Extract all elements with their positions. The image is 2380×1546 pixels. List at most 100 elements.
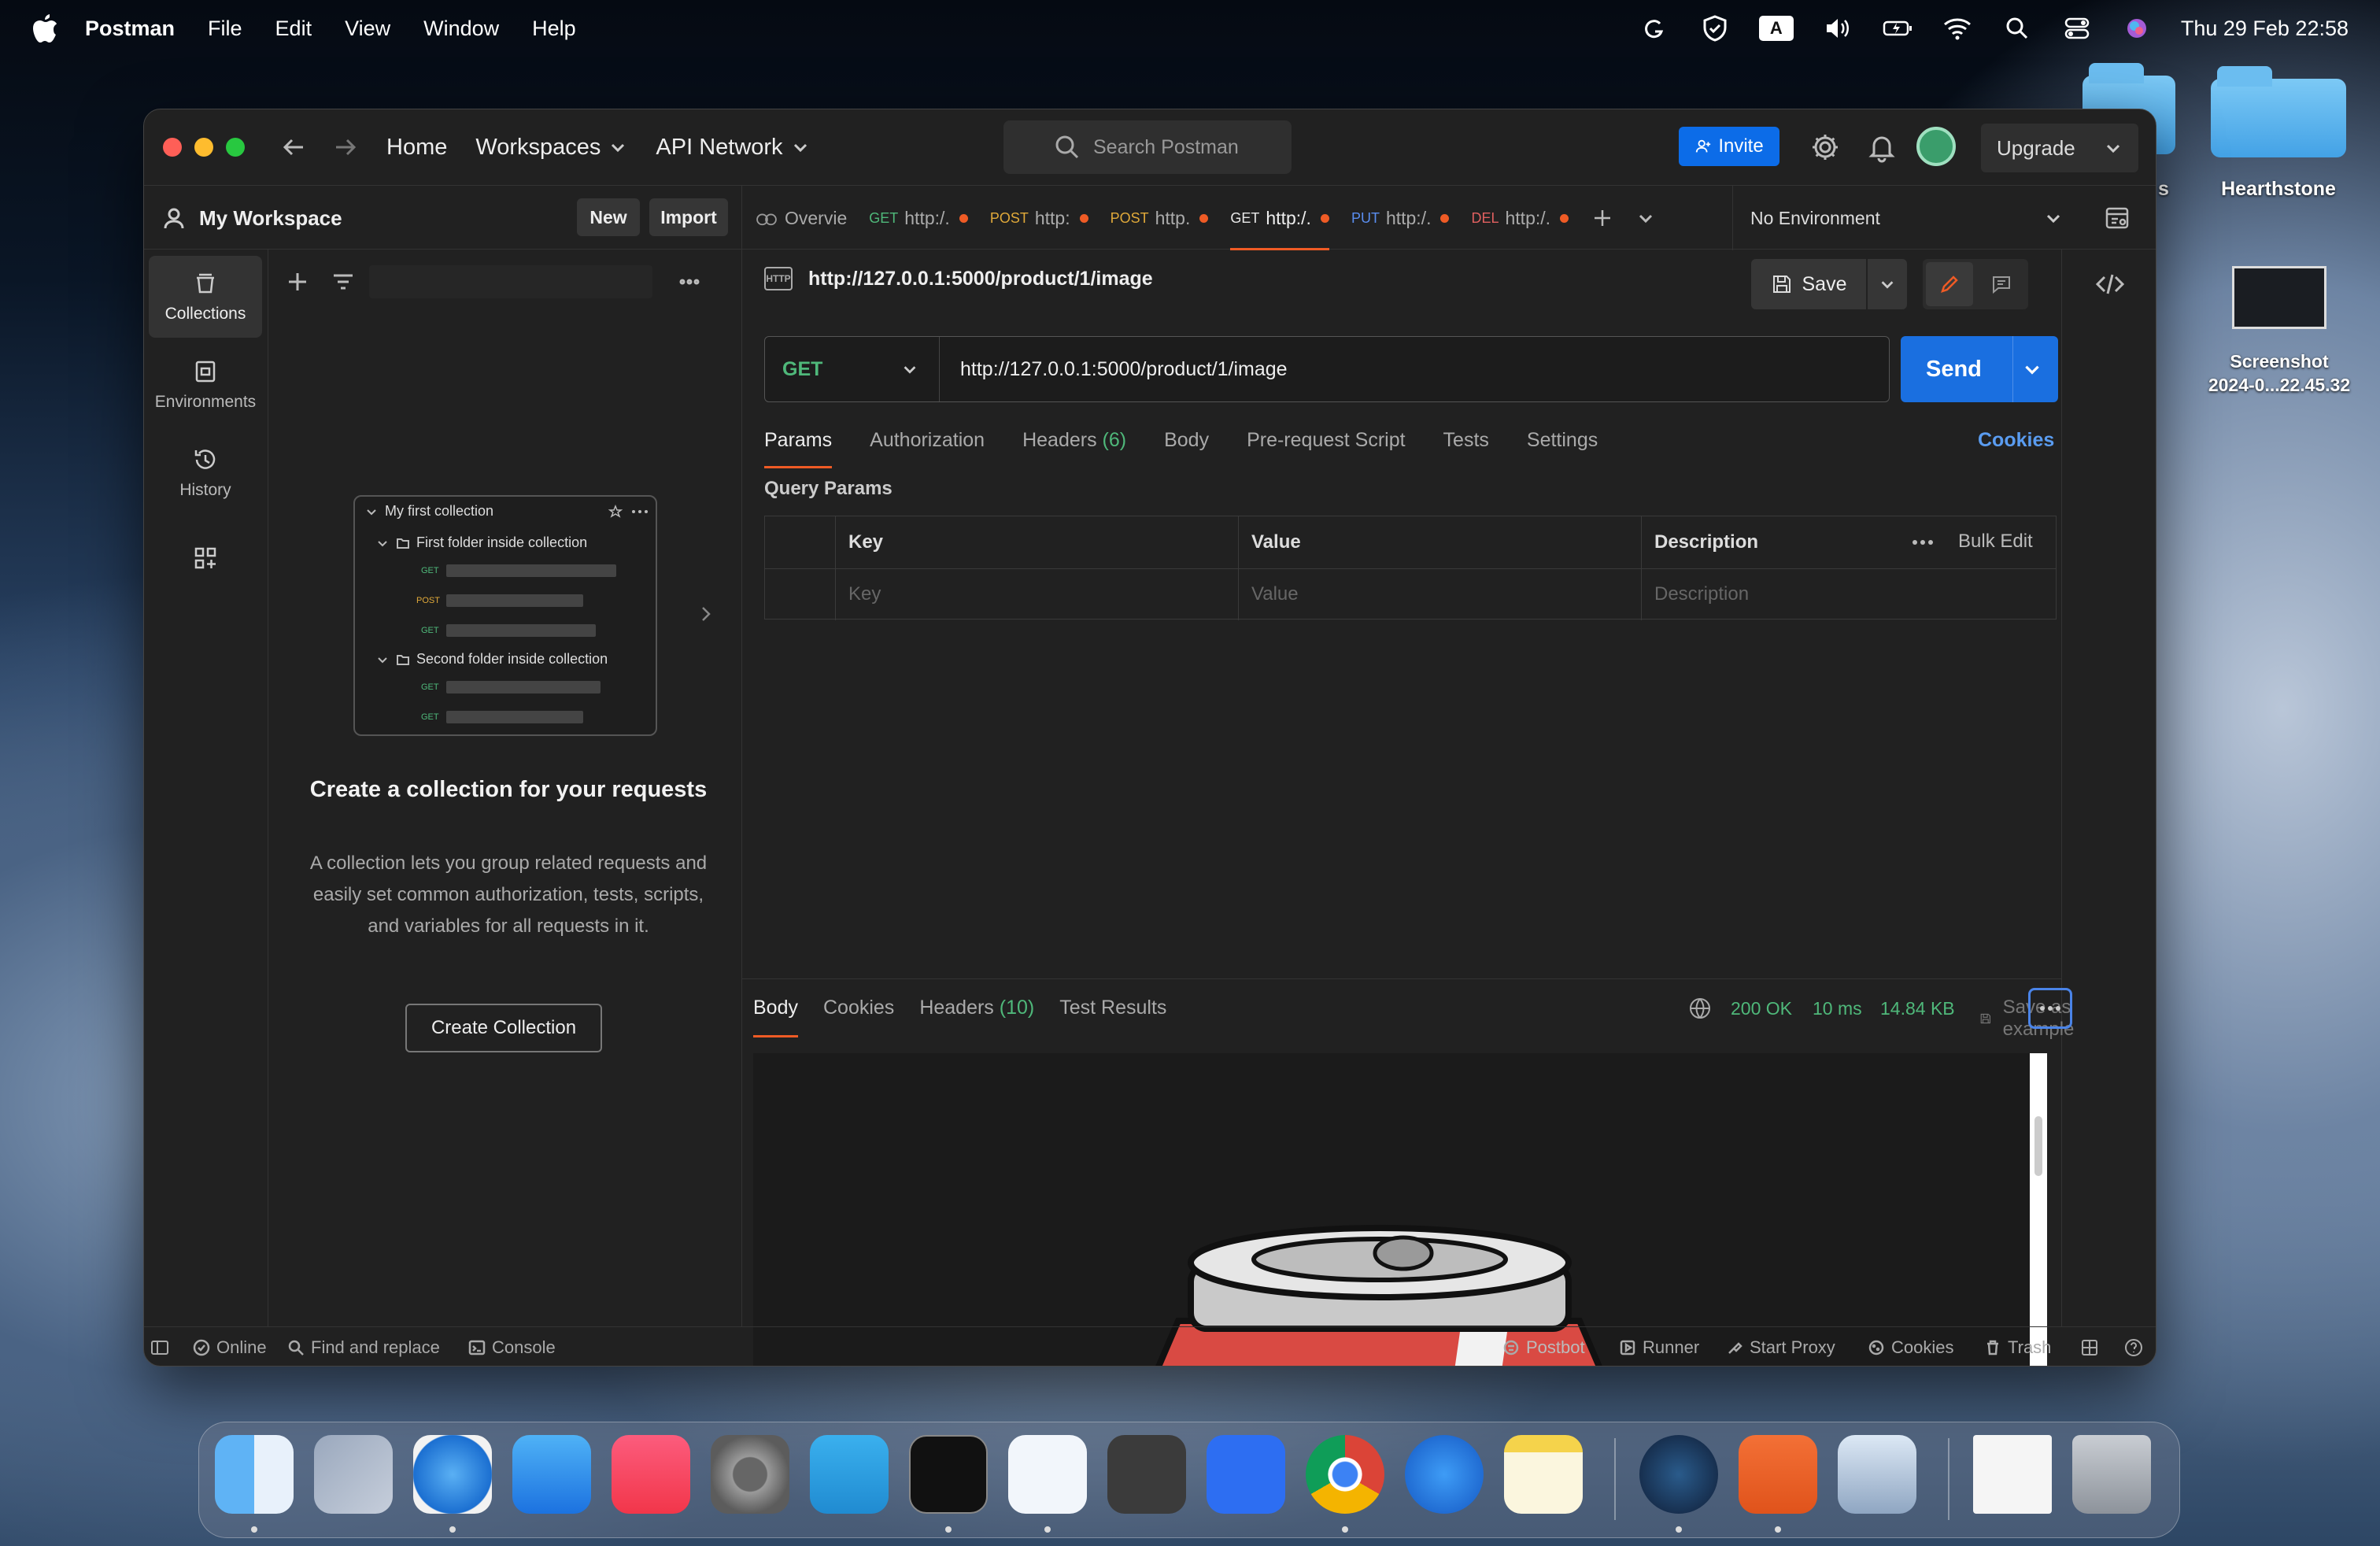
description-input[interactable]: Description — [1642, 568, 2056, 620]
minimize-window-button[interactable] — [194, 138, 213, 157]
tab-request[interactable]: POST http: — [979, 186, 1099, 250]
steam-icon[interactable] — [1639, 1435, 1718, 1514]
request-name[interactable]: http://127.0.0.1:5000/product/1/image — [808, 268, 1153, 290]
new-button[interactable]: New — [577, 198, 640, 236]
launchpad-icon[interactable] — [314, 1435, 393, 1514]
tab-request[interactable]: PUT http:/. — [1340, 186, 1461, 250]
zoom-icon[interactable] — [1207, 1435, 1285, 1514]
spotlight-icon[interactable] — [2001, 14, 2033, 43]
tab-tests[interactable]: Tests — [1443, 429, 1489, 468]
menu-view[interactable]: View — [345, 17, 390, 41]
notes-icon[interactable] — [1504, 1435, 1583, 1514]
online-status[interactable]: Online — [193, 1337, 267, 1358]
response-size[interactable]: 14.84 KB — [1880, 998, 1955, 1019]
tab-request-active[interactable]: GET http:/. — [1219, 186, 1340, 250]
response-time[interactable]: 10 ms — [1813, 998, 1862, 1019]
tab-request[interactable]: POST http. — [1099, 186, 1220, 250]
battery-icon[interactable] — [1882, 14, 1913, 43]
filter-icon[interactable] — [331, 270, 355, 294]
siri-icon[interactable] — [2121, 14, 2153, 43]
menu-app-name[interactable]: Postman — [85, 17, 175, 41]
toggle-sidebar-icon[interactable] — [150, 1338, 169, 1357]
more-options-icon[interactable] — [1911, 538, 1935, 546]
settings-gear-icon[interactable] — [1808, 130, 1842, 165]
globe-icon[interactable] — [1688, 997, 1712, 1020]
notifications-bell-icon[interactable] — [1864, 130, 1899, 165]
telegram-icon[interactable] — [810, 1435, 889, 1514]
key-input[interactable]: Key — [836, 568, 1239, 620]
cookies-button[interactable]: Cookies — [1868, 1337, 1953, 1358]
tab-request[interactable]: DEL http:/. — [1460, 186, 1580, 250]
tab-overview[interactable]: Overvie — [744, 186, 858, 250]
code-snippet-icon[interactable] — [2094, 268, 2126, 300]
invite-button[interactable]: Invite — [1679, 127, 1779, 166]
back-arrow-icon[interactable] — [281, 134, 308, 161]
zoom-window-button[interactable] — [226, 138, 245, 157]
user-avatar[interactable] — [1916, 127, 1956, 166]
preview-icon[interactable] — [1838, 1435, 1916, 1514]
url-input[interactable]: http://127.0.0.1:5000/product/1/image — [960, 337, 1288, 401]
xcode-icon[interactable] — [1405, 1435, 1484, 1514]
rail-configure-workbench[interactable] — [149, 527, 262, 590]
response-more-options-button[interactable] — [2028, 988, 2072, 1029]
tab-prerequest-script[interactable]: Pre-request Script — [1247, 429, 1405, 468]
environment-selector[interactable]: No Environment — [1732, 186, 2083, 250]
vscode-icon[interactable] — [1008, 1435, 1087, 1514]
rail-history[interactable]: History — [149, 432, 262, 514]
runner-button[interactable]: Runner — [1619, 1337, 1699, 1358]
environment-quick-look-icon[interactable] — [2104, 205, 2131, 231]
image-vertical-scroll-thumb[interactable] — [2034, 1116, 2042, 1176]
system-settings-icon[interactable] — [711, 1435, 789, 1514]
chevron-right-icon[interactable] — [697, 602, 715, 626]
start-proxy-button[interactable]: Start Proxy — [1726, 1337, 1835, 1358]
postbot-button[interactable]: Postbot — [1502, 1337, 1585, 1358]
menubar-clock[interactable]: Thu 29 Feb 22:58 — [2181, 17, 2349, 41]
apple-menu-icon[interactable] — [31, 13, 58, 44]
find-replace-button[interactable]: Find and replace — [287, 1337, 440, 1358]
checkbox-cell[interactable] — [765, 568, 836, 620]
control-center-icon[interactable] — [2061, 14, 2093, 43]
menu-file[interactable]: File — [208, 17, 242, 41]
tab-test-results[interactable]: Test Results — [1059, 997, 1166, 1037]
wifi-icon[interactable] — [1942, 14, 1973, 43]
plus-icon[interactable] — [286, 270, 309, 294]
cookies-link[interactable]: Cookies — [1978, 429, 2054, 452]
postman-icon[interactable] — [1739, 1435, 1817, 1514]
layout-icon[interactable] — [2080, 1338, 2099, 1357]
forward-arrow-icon[interactable] — [331, 134, 358, 161]
rail-environments[interactable]: Environments — [149, 344, 262, 426]
console-button[interactable]: Console — [468, 1337, 556, 1358]
edit-mode-button[interactable] — [1926, 262, 1973, 306]
api-network-menu[interactable]: API Network — [656, 135, 809, 161]
tab-response-body[interactable]: Body — [753, 997, 798, 1037]
help-icon[interactable] — [2124, 1338, 2143, 1357]
upgrade-button[interactable]: Upgrade — [1981, 124, 2138, 172]
safari-icon[interactable] — [413, 1435, 492, 1514]
search-input[interactable]: Search Postman — [1003, 120, 1292, 174]
comments-button[interactable] — [1978, 262, 2025, 306]
terminal-icon[interactable] — [909, 1435, 988, 1514]
tab-params[interactable]: Params — [764, 429, 833, 468]
music-icon[interactable] — [612, 1435, 690, 1514]
desktop-screenshot-file[interactable]: Screenshot 2024-0...22.45.32 — [2185, 266, 2374, 397]
close-window-button[interactable] — [163, 138, 182, 157]
tab-body[interactable]: Body — [1164, 429, 1209, 468]
tabs-overflow-button[interactable] — [1625, 186, 1666, 250]
tab-response-cookies[interactable]: Cookies — [823, 997, 894, 1037]
sublime-text-icon[interactable] — [1107, 1435, 1186, 1514]
input-source-icon[interactable]: A — [1758, 16, 1794, 41]
home-link[interactable]: Home — [386, 135, 447, 161]
tab-response-headers[interactable]: Headers (10) — [919, 997, 1034, 1037]
image-vertical-scrollbar[interactable] — [2030, 1053, 2047, 1366]
menu-edit[interactable]: Edit — [275, 17, 312, 41]
method-selector[interactable]: GET — [765, 337, 940, 401]
rail-collections[interactable]: Collections — [149, 256, 262, 338]
sidebar-search-input[interactable] — [369, 265, 652, 298]
grammarly-icon[interactable] — [1639, 14, 1671, 43]
save-options-button[interactable] — [1868, 259, 1907, 309]
shield-vpn-icon[interactable] — [1699, 14, 1731, 43]
volume-icon[interactable] — [1822, 14, 1853, 43]
menu-window[interactable]: Window — [423, 17, 499, 41]
desktop-folder-hearthstone[interactable]: Hearthstone — [2204, 66, 2353, 201]
more-options-icon[interactable] — [678, 270, 701, 294]
